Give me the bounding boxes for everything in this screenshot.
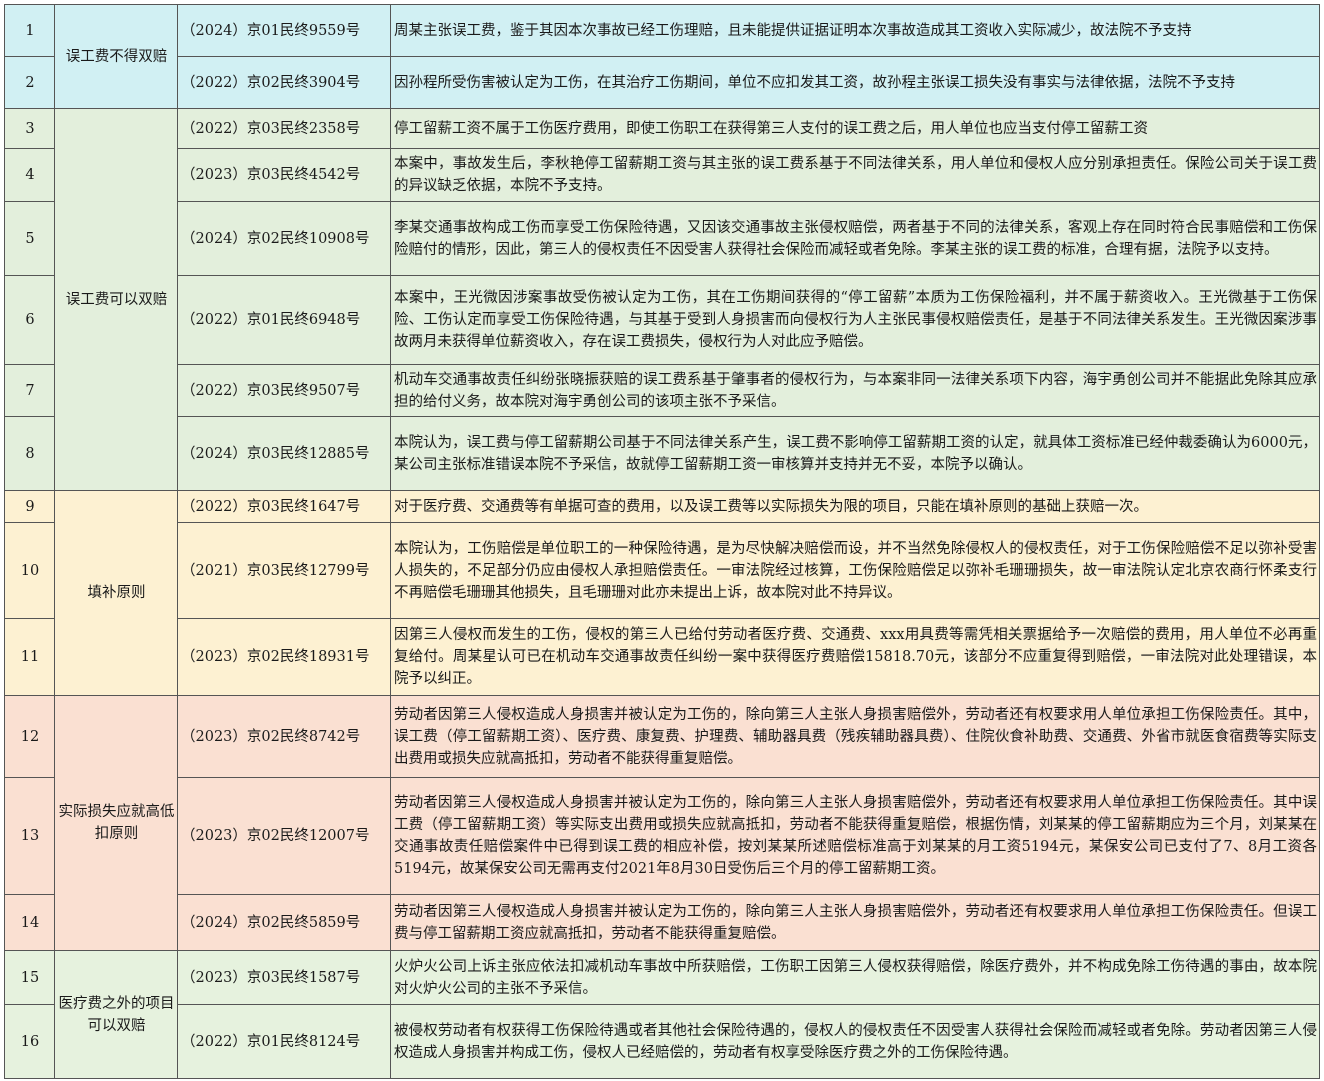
case-number: （2023）京02民终12007号 xyxy=(177,777,391,895)
row-number: 14 xyxy=(4,894,55,951)
table-row: 12 实际损失应就高低扣原则 （2023）京02民终8742号 劳动者因第三人侵… xyxy=(4,695,1320,951)
row-number: 10 xyxy=(4,522,55,619)
table-row: 3 误工费可以双赔 （2022）京03民终2358号 停工留薪工资不属于工伤医疗… xyxy=(4,108,1320,491)
case-summary: 因第三人侵权而发生的工伤，侵权的第三人已给付劳动者医疗费、交通费、xxx用具费等… xyxy=(390,618,1320,696)
row-number: 12 xyxy=(4,695,55,778)
case-number: （2023）京02民终18931号 xyxy=(177,618,391,696)
case-number: （2023）京03民终1587号 xyxy=(177,950,391,1005)
table-row: 13 （2023）京02民终12007号 劳动者因第三人侵权造成人身损害并被认定… xyxy=(4,777,1320,895)
case-number: （2024）京03民终12885号 xyxy=(177,416,391,491)
row-number: 6 xyxy=(4,275,55,365)
case-number: （2021）京03民终12799号 xyxy=(177,522,391,619)
case-number: （2022）京03民终2358号 xyxy=(177,108,391,149)
case-summary: 劳动者因第三人侵权造成人身损害并被认定为工伤的，除向第三人主张人身损害赔偿外，劳… xyxy=(390,894,1320,951)
row-number: 4 xyxy=(4,148,55,202)
table-row: 5 （2024）京02民终10908号 李某交通事故构成工伤而享受工伤保险待遇，… xyxy=(4,201,1320,276)
table-row: 15 医疗费之外的项目可以双赔 （2023）京03民终1587号 火炉火公司上诉… xyxy=(4,950,1320,1079)
case-summary: 李某交通事故构成工伤而享受工伤保险待遇，又因该交通事故主张侵权赔偿，两者基于不同… xyxy=(390,201,1320,276)
table-row: 11 （2023）京02民终18931号 因第三人侵权而发生的工伤，侵权的第三人… xyxy=(4,618,1320,696)
case-summary: 本院认为，误工费与停工留薪期公司基于不同法律关系产生，误工费不影响停工留薪期工资… xyxy=(390,416,1320,491)
case-summary: 对于医疗费、交通费等有单据可查的费用，以及误工费等以实际损失为限的项目，只能在填… xyxy=(390,490,1320,523)
case-number: （2024）京02民终10908号 xyxy=(177,201,391,276)
table-row: 1 误工费不得双赔 （2024）京01民终9559号 周某主张误工费，鉴于其因本… xyxy=(4,4,1320,109)
case-summary: 火炉火公司上诉主张应依法扣减机动车事故中所获赔偿，工伤职工因第三人侵权获得赔偿，… xyxy=(390,950,1320,1005)
category-cell: 误工费不得双赔 xyxy=(54,4,178,109)
table-row: 16 （2022）京01民终8124号 被侵权劳动者有权获得工伤保险待遇或者其他… xyxy=(4,1004,1320,1079)
case-number: （2023）京03民终4542号 xyxy=(177,148,391,202)
row-number: 16 xyxy=(4,1004,55,1079)
table-row: 4 （2023）京03民终4542号 本案中，事故发生后，李秋艳停工留薪期工资与… xyxy=(4,148,1320,202)
row-number: 8 xyxy=(4,416,55,491)
case-summary: 停工留薪工资不属于工伤医疗费用，即使工伤职工在获得第三人支付的误工费之后，用人单… xyxy=(390,108,1320,149)
row-number: 11 xyxy=(4,618,55,696)
category-cell: 填补原则 xyxy=(54,490,178,696)
case-summary: 本院认为，工伤赔偿是单位职工的一种保险待遇，是为尽快解决赔偿而设，并不当然免除侵… xyxy=(390,522,1320,619)
case-number: （2022）京03民终9507号 xyxy=(177,364,391,417)
row-number: 3 xyxy=(4,108,55,149)
case-number: （2022）京01民终8124号 xyxy=(177,1004,391,1079)
row-number: 13 xyxy=(4,777,55,895)
row-number: 7 xyxy=(4,364,55,417)
table-row: 10 （2021）京03民终12799号 本院认为，工伤赔偿是单位职工的一种保险… xyxy=(4,522,1320,619)
case-summary: 被侵权劳动者有权获得工伤保险待遇或者其他社会保险待遇的，侵权人的侵权责任不因受害… xyxy=(390,1004,1320,1079)
table-row: 8 （2024）京03民终12885号 本院认为，误工费与停工留薪期公司基于不同… xyxy=(4,416,1320,491)
case-summary: 本案中，事故发生后，李秋艳停工留薪期工资与其主张的误工费系基于不同法律关系，用人… xyxy=(390,148,1320,202)
case-summary: 劳动者因第三人侵权造成人身损害并被认定为工伤的，除向第三人主张人身损害赔偿外，劳… xyxy=(390,777,1320,895)
category-cell: 误工费可以双赔 xyxy=(54,108,178,491)
case-number: （2022）京02民终3904号 xyxy=(177,56,391,109)
case-summary: 机动车交通事故责任纠纷张晓振获赔的误工费系基于肇事者的侵权行为，与本案非同一法律… xyxy=(390,364,1320,417)
case-number: （2022）京03民终1647号 xyxy=(177,490,391,523)
case-summary: 周某主张误工费，鉴于其因本次事故已经工伤理赔，且未能提供证据证明本次事故造成其工… xyxy=(390,4,1320,57)
case-table: 1 误工费不得双赔 （2024）京01民终9559号 周某主张误工费，鉴于其因本… xyxy=(4,4,1320,1079)
case-number: （2024）京01民终9559号 xyxy=(177,4,391,57)
row-number: 5 xyxy=(4,201,55,276)
table-row: 2 （2022）京02民终3904号 因孙程所受伤害被认定为工伤，在其治疗工伤期… xyxy=(4,56,1320,109)
case-summary: 本案中，王光微因涉案事故受伤被认定为工伤，其在工伤期间获得的“停工留薪”本质为工… xyxy=(390,275,1320,365)
case-number: （2023）京02民终8742号 xyxy=(177,695,391,778)
table-row: 7 （2022）京03民终9507号 机动车交通事故责任纠纷张晓振获赔的误工费系… xyxy=(4,364,1320,417)
row-number: 1 xyxy=(4,4,55,57)
category-cell: 医疗费之外的项目可以双赔 xyxy=(54,950,178,1079)
row-number: 9 xyxy=(4,490,55,523)
category-cell: 实际损失应就高低扣原则 xyxy=(54,695,178,951)
table-row: 14 （2024）京02民终5859号 劳动者因第三人侵权造成人身损害并被认定为… xyxy=(4,894,1320,951)
row-number: 15 xyxy=(4,950,55,1005)
row-number: 2 xyxy=(4,56,55,109)
case-number: （2024）京02民终5859号 xyxy=(177,894,391,951)
case-number: （2022）京01民终6948号 xyxy=(177,275,391,365)
table-row: 9 填补原则 （2022）京03民终1647号 对于医疗费、交通费等有单据可查的… xyxy=(4,490,1320,696)
case-summary: 劳动者因第三人侵权造成人身损害并被认定为工伤的，除向第三人主张人身损害赔偿外，劳… xyxy=(390,695,1320,778)
case-summary: 因孙程所受伤害被认定为工伤，在其治疗工伤期间，单位不应扣发其工资，故孙程主张误工… xyxy=(390,56,1320,109)
table-row: 6 （2022）京01民终6948号 本案中，王光微因涉案事故受伤被认定为工伤，… xyxy=(4,275,1320,365)
